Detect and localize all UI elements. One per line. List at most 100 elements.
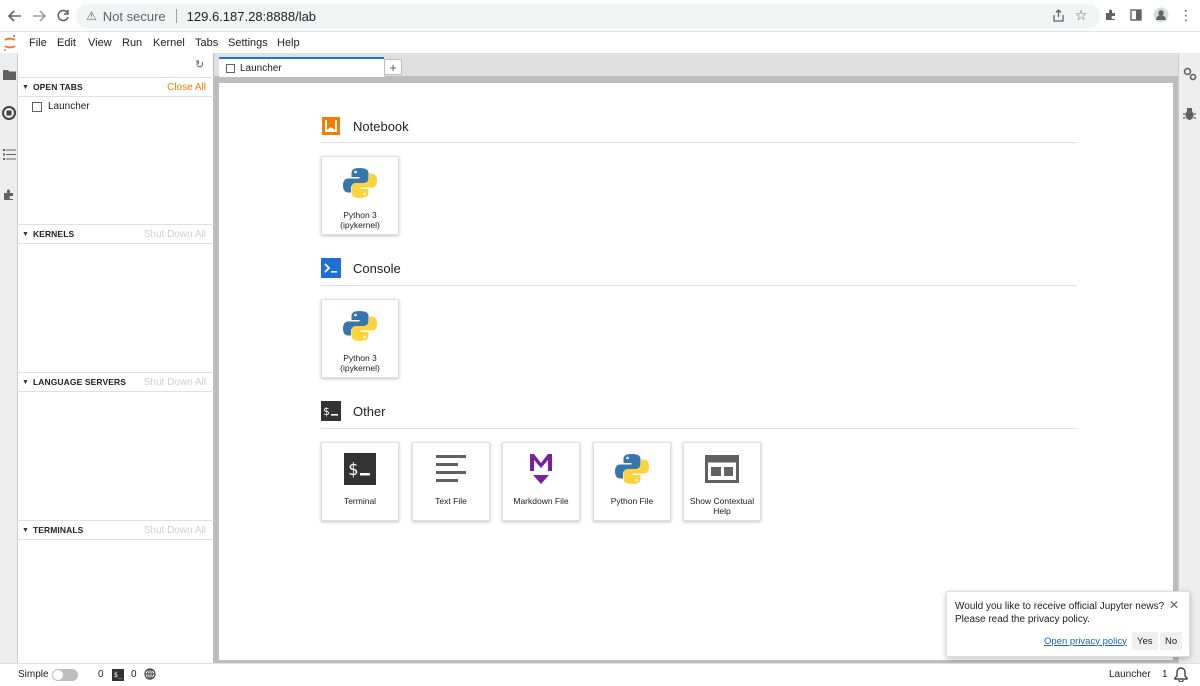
folder-icon[interactable] (1, 66, 17, 82)
open-privacy-policy-link[interactable]: Open privacy policy (1039, 632, 1132, 650)
language-server-globe-icon[interactable] (144, 668, 156, 683)
simple-mode-label: Simple (18, 669, 49, 680)
card-label: Show Contextual (689, 496, 755, 506)
extensions-puzzle-icon[interactable] (1101, 4, 1121, 26)
menu-kernel[interactable]: Kernel (153, 37, 185, 49)
svg-text:$: $ (323, 405, 330, 418)
launcher-icon (32, 101, 42, 112)
launcher-icon (226, 63, 235, 73)
contextual-help-card[interactable]: Show Contextual Help (683, 442, 761, 521)
language-servers-title: LANGUAGE SERVERS (32, 377, 127, 387)
debugger-bug-icon[interactable] (1183, 107, 1196, 126)
notebook-python3-card[interactable]: Python 3 (ipykernel) (321, 156, 399, 235)
menu-run[interactable]: Run (122, 37, 142, 49)
card-sublabel: (ipykernel) (340, 363, 380, 373)
menu-help[interactable]: Help (277, 37, 300, 49)
menu-view[interactable]: View (88, 37, 112, 49)
kernels-header[interactable]: ▼ KERNELS Shut Down All (18, 224, 214, 244)
table-of-contents-icon[interactable] (1, 146, 17, 162)
terminals-shutdown-all-button[interactable]: Shut Down All (144, 525, 206, 536)
main-dock-area: Launcher + Notebook Python 3 (ipykernel)… (214, 53, 1178, 663)
terminals-header[interactable]: ▼ TERMINALS Shut Down All (18, 520, 214, 540)
terminal-card[interactable]: $ Terminal (321, 442, 399, 521)
launcher-panel: Notebook Python 3 (ipykernel) Console Py… (219, 83, 1173, 660)
console-python3-card[interactable]: Python 3 (ipykernel) (321, 299, 399, 378)
url-text[interactable]: 129.6.187.28:8888/lab (187, 9, 316, 24)
card-label: Python 3 (343, 210, 377, 220)
running-sidebar: ↻ ▼ OPEN TABS Close All Launcher ▼ KERNE… (18, 53, 214, 663)
console-prompt-icon (321, 258, 341, 278)
caret-down-icon: ▼ (22, 378, 29, 386)
language-servers-header[interactable]: ▼ LANGUAGE SERVERS Shut Down All (18, 372, 214, 392)
console-divider (321, 285, 1077, 286)
python-file-card[interactable]: Python File (593, 442, 671, 521)
reload-icon[interactable] (52, 5, 74, 27)
open-tab-launcher[interactable]: Launcher (32, 101, 90, 112)
kernels-count[interactable]: 0 (98, 669, 104, 680)
refresh-icon[interactable]: ↻ (195, 58, 204, 71)
notification-bell-icon[interactable] (1174, 667, 1188, 685)
card-label: Python File (610, 496, 654, 506)
status-bar: Simple 0 $_ 0 Launcher 1 (0, 663, 1200, 686)
tab-bar: Launcher + (214, 53, 1178, 77)
text-file-card[interactable]: Text File (412, 442, 490, 521)
side-panel-icon[interactable] (1126, 4, 1146, 26)
no-button[interactable]: No (1160, 632, 1183, 650)
omnibox-divider (175, 9, 177, 23)
address-bar[interactable]: ⚠ Not secure 129.6.187.28:8888/lab (76, 4, 1100, 28)
yes-button[interactable]: Yes (1132, 632, 1158, 650)
card-label: Markdown File (513, 496, 569, 506)
news-notification-toast: Would you like to receive official Jupyt… (946, 591, 1190, 657)
add-tab-button[interactable]: + (384, 59, 402, 75)
bookmark-star-icon[interactable]: ☆ (1071, 4, 1091, 26)
menu-file[interactable]: File (29, 37, 47, 49)
profile-avatar-icon[interactable] (1151, 4, 1171, 26)
open-tab-label: Launcher (48, 101, 90, 112)
extensions-puzzle-icon[interactable] (1, 187, 17, 203)
notification-message: Would you like to receive official Jupyt… (955, 600, 1169, 626)
other-title-text: Other (353, 403, 386, 419)
contextual-help-icon (705, 455, 739, 483)
close-all-button[interactable]: Close All (167, 82, 206, 93)
open-tabs-title: OPEN TABS (32, 82, 83, 92)
toggle-knob (53, 670, 63, 680)
notifications-count[interactable]: 1 (1162, 669, 1168, 680)
notebook-title-text: Notebook (353, 118, 409, 134)
kernels-shutdown-all-button[interactable]: Shut Down All (144, 229, 206, 240)
security-label[interactable]: Not secure (103, 9, 166, 24)
warning-triangle-icon[interactable]: ⚠ (86, 9, 97, 23)
running-stop-icon[interactable] (1, 105, 17, 121)
menu-tabs[interactable]: Tabs (195, 37, 218, 49)
browser-menu-icon[interactable]: ⋮ (1176, 4, 1196, 26)
console-title-text: Console (353, 260, 401, 276)
forward-arrow-icon[interactable] (28, 5, 50, 27)
simple-mode-toggle[interactable] (52, 669, 78, 681)
notification-line-2: Please read the privacy policy. (955, 614, 1090, 625)
markdown-file-card[interactable]: Markdown File (502, 442, 580, 521)
card-sublabel: (ipykernel) (340, 220, 380, 230)
back-arrow-icon[interactable] (4, 5, 26, 27)
right-activity-bar (1178, 53, 1200, 663)
notification-line-1: Would you like to receive official Jupyt… (955, 601, 1165, 612)
menu-edit[interactable]: Edit (57, 37, 76, 49)
terminal-icon: $ (344, 453, 376, 485)
jupyter-menu-bar: File Edit View Run Kernel Tabs Settings … (0, 33, 1200, 53)
share-icon[interactable] (1048, 4, 1068, 26)
caret-down-icon: ▼ (22, 83, 29, 91)
browser-toolbar: ⚠ Not secure 129.6.187.28:8888/lab ☆ ⋮ (0, 0, 1200, 32)
tab-launcher[interactable]: Launcher (219, 57, 384, 77)
open-tabs-header[interactable]: ▼ OPEN TABS Close All (18, 77, 214, 97)
property-inspector-gears-icon[interactable] (1183, 67, 1197, 86)
language-servers-shutdown-all-button[interactable]: Shut Down All (144, 377, 206, 388)
caret-down-icon: ▼ (22, 526, 29, 534)
kernels-title: KERNELS (32, 229, 75, 239)
terminal-status-icon[interactable]: $_ (112, 669, 124, 681)
close-icon[interactable]: ✕ (1169, 598, 1179, 612)
notebook-bookmark-icon (322, 117, 340, 135)
other-section-title: $ Other (321, 401, 386, 421)
menu-settings[interactable]: Settings (228, 37, 268, 49)
terminal-dollar-icon: $ (321, 401, 341, 421)
markdown-icon (530, 454, 552, 484)
terminals-count[interactable]: 0 (131, 669, 137, 680)
notebook-divider (321, 142, 1077, 143)
